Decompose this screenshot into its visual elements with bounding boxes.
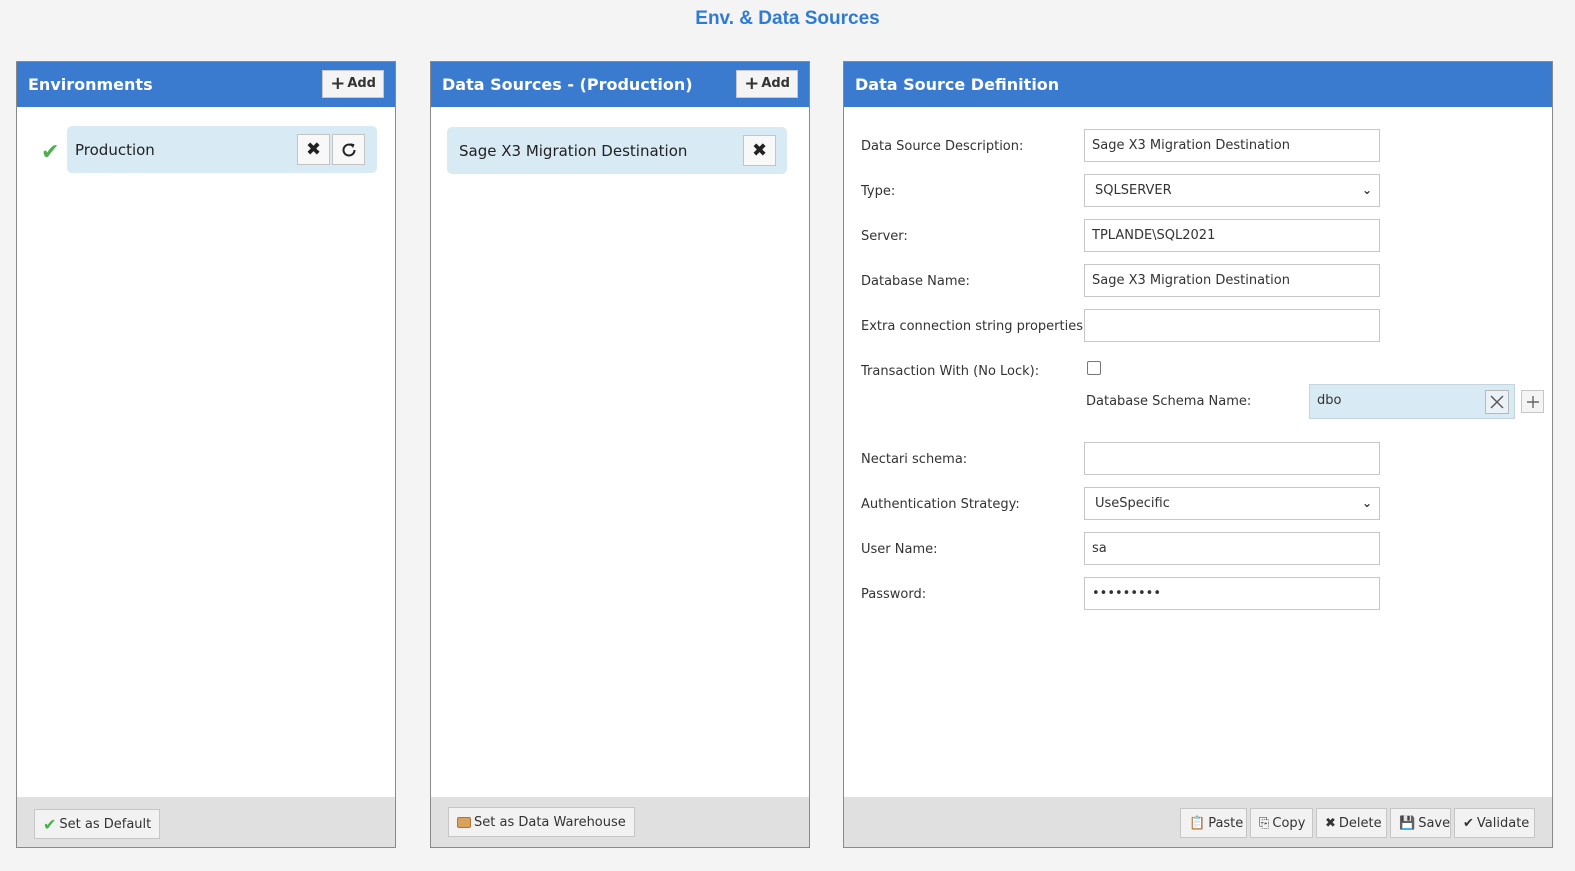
set-default-button[interactable]: ✔ Set as Default bbox=[34, 809, 161, 839]
environments-panel: Environments + Add ✔ Production ✖ ✔ Set … bbox=[16, 61, 396, 848]
environment-item-production[interactable]: Production ✖ bbox=[67, 126, 377, 173]
server-label: Server: bbox=[861, 229, 908, 244]
plus-icon bbox=[1526, 395, 1539, 408]
refresh-environment-button[interactable] bbox=[332, 134, 365, 165]
copy-icon: ⎘ bbox=[1259, 815, 1270, 831]
definition-panel: Data Source Definition Data Source Descr… bbox=[843, 61, 1553, 848]
paste-button[interactable]: 📋 Paste bbox=[1180, 808, 1247, 838]
paste-label: Paste bbox=[1208, 815, 1244, 831]
copy-button[interactable]: ⎘ Copy bbox=[1250, 808, 1313, 838]
save-label: Save bbox=[1418, 815, 1451, 831]
set-data-warehouse-label: Set as Data Warehouse bbox=[474, 814, 626, 830]
set-default-label: Set as Default bbox=[59, 816, 152, 832]
add-schema-button[interactable] bbox=[1521, 390, 1544, 413]
data-sources-panel: Data Sources - (Production) + Add Sage X… bbox=[430, 61, 810, 848]
remove-schema-button[interactable] bbox=[1485, 390, 1509, 414]
type-value: SQLSERVER bbox=[1095, 183, 1172, 198]
close-icon: ✖ bbox=[305, 139, 322, 160]
close-icon: ✖ bbox=[751, 140, 768, 161]
paste-icon: 📋 bbox=[1189, 815, 1206, 831]
add-label: Add bbox=[761, 76, 790, 91]
delete-button[interactable]: ✖ Delete bbox=[1316, 808, 1387, 838]
schema-tag: dbo bbox=[1309, 384, 1515, 419]
environments-footer: ✔ Set as Default bbox=[17, 797, 395, 847]
add-environment-button[interactable]: + Add bbox=[322, 70, 384, 98]
delete-environment-button[interactable]: ✖ bbox=[297, 134, 330, 165]
chevron-down-icon: ⌄ bbox=[1361, 183, 1372, 197]
description-input[interactable]: Sage X3 Migration Destination bbox=[1084, 129, 1380, 162]
username-label: User Name: bbox=[861, 542, 938, 557]
password-label: Password: bbox=[861, 587, 927, 602]
check-icon: ✔ bbox=[1463, 815, 1474, 831]
environments-header: Environments + Add bbox=[17, 62, 395, 107]
delete-data-source-button[interactable]: ✖ bbox=[743, 135, 776, 166]
nolock-checkbox[interactable] bbox=[1087, 361, 1101, 375]
data-sources-title: Data Sources - (Production) bbox=[442, 75, 693, 94]
save-icon: 💾 bbox=[1399, 815, 1416, 831]
validate-button[interactable]: ✔ Validate bbox=[1454, 808, 1535, 838]
type-select[interactable]: SQLSERVER ⌄ bbox=[1084, 174, 1380, 207]
definition-header: Data Source Definition bbox=[844, 62, 1552, 107]
auth-strategy-select[interactable]: UseSpecific ⌄ bbox=[1084, 487, 1380, 520]
plus-icon: + bbox=[330, 73, 346, 94]
copy-label: Copy bbox=[1272, 815, 1306, 831]
data-source-item-label: Sage X3 Migration Destination bbox=[459, 141, 688, 160]
definition-title: Data Source Definition bbox=[855, 75, 1060, 94]
extra-properties-label: Extra connection string properties: bbox=[861, 319, 1088, 334]
data-source-item[interactable]: Sage X3 Migration Destination ✖ bbox=[447, 127, 787, 174]
validate-label: Validate bbox=[1476, 815, 1530, 831]
warehouse-icon bbox=[457, 816, 471, 828]
extra-properties-input[interactable] bbox=[1084, 309, 1380, 342]
auth-strategy-value: UseSpecific bbox=[1095, 496, 1170, 511]
nolock-label: Transaction With (No Lock): bbox=[861, 364, 1040, 379]
definition-footer: 📋 Paste ⎘ Copy ✖ Delete 💾 Save ✔ Validat… bbox=[844, 797, 1552, 847]
plus-icon: + bbox=[744, 73, 760, 94]
close-icon bbox=[1490, 395, 1504, 409]
database-input[interactable]: Sage X3 Migration Destination bbox=[1084, 264, 1380, 297]
username-input[interactable]: sa bbox=[1084, 532, 1380, 565]
data-sources-footer: Set as Data Warehouse bbox=[431, 797, 809, 847]
schema-value: dbo bbox=[1317, 393, 1342, 408]
environment-item-label: Production bbox=[75, 140, 155, 159]
close-icon: ✖ bbox=[1325, 815, 1336, 831]
add-label: Add bbox=[347, 76, 376, 91]
chevron-down-icon: ⌄ bbox=[1361, 496, 1372, 510]
delete-label: Delete bbox=[1338, 815, 1382, 831]
nectari-schema-label: Nectari schema: bbox=[861, 452, 968, 467]
default-check-icon: ✔ bbox=[41, 140, 60, 165]
auth-strategy-label: Authentication Strategy: bbox=[861, 497, 1020, 512]
save-button[interactable]: 💾 Save bbox=[1390, 808, 1451, 838]
server-input[interactable]: TPLANDE\SQL2021 bbox=[1084, 219, 1380, 252]
add-data-source-button[interactable]: + Add bbox=[736, 70, 798, 98]
description-label: Data Source Description: bbox=[861, 139, 1024, 154]
schema-label: Database Schema Name: bbox=[1086, 394, 1252, 409]
check-icon: ✔ bbox=[43, 814, 57, 834]
data-sources-header: Data Sources - (Production) + Add bbox=[431, 62, 809, 107]
type-label: Type: bbox=[861, 184, 896, 199]
environments-title: Environments bbox=[28, 75, 153, 94]
password-input[interactable]: ••••••••• bbox=[1084, 577, 1380, 610]
refresh-icon bbox=[342, 142, 356, 156]
nectari-schema-input[interactable] bbox=[1084, 442, 1380, 475]
database-label: Database Name: bbox=[861, 274, 970, 289]
page-title: Env. & Data Sources bbox=[695, 8, 880, 29]
set-data-warehouse-button[interactable]: Set as Data Warehouse bbox=[448, 807, 635, 837]
